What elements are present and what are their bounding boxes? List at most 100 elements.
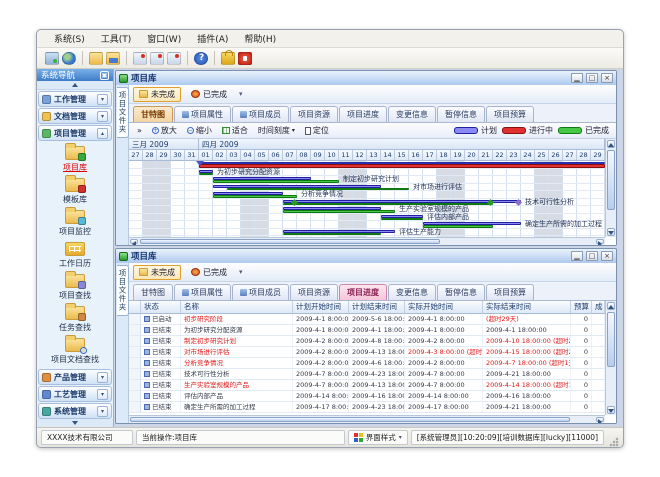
table-row[interactable]: 已结束评估内部产品2009-4-14 8:00:002009-4-16 18:0… — [129, 391, 605, 402]
tool-时间刻度-button[interactable]: 时间刻度▾ — [254, 124, 299, 137]
monitor-icon[interactable] — [45, 52, 59, 65]
sidebar-group-系统管理[interactable]: 系统管理▾ — [38, 403, 112, 419]
sidebar-item-工作日历[interactable]: 工作日历 — [37, 240, 113, 272]
tab-项目资源[interactable]: 项目资源 — [290, 106, 338, 122]
table-row[interactable]: 已结束技术可行性分析2009-4-7 8:00:002009-4-23 18:0… — [129, 369, 605, 380]
gantt-hscrollbar[interactable] — [129, 237, 605, 245]
tab-项目成员[interactable]: 项目成员 — [232, 106, 289, 122]
column-header-实际开始时间[interactable]: 实际开始时间 — [405, 301, 483, 314]
done-bar[interactable] — [381, 218, 423, 221]
close-button[interactable]: × — [601, 73, 613, 83]
filter-已完成-button[interactable]: 已完成 — [185, 87, 233, 102]
tab-变更信息[interactable]: 变更信息 — [388, 106, 436, 122]
tab-项目属性[interactable]: 项目属性 — [174, 106, 231, 122]
maximize-button[interactable]: □ — [586, 251, 598, 261]
tool-适合-button[interactable]: 适合 — [218, 124, 252, 137]
column-header-计划结束时间[interactable]: 计划结束时间 — [349, 301, 405, 314]
chevron-up-icon[interactable]: ▴ — [97, 128, 108, 139]
tab-项目资源[interactable]: 项目资源 — [290, 284, 338, 300]
chevron-down-icon[interactable]: ▾ — [97, 111, 108, 122]
folder-save-icon[interactable] — [106, 52, 120, 65]
sidebar-item-项目查找[interactable]: 项目查找 — [37, 272, 113, 304]
menu-item-工具(T)[interactable]: 工具(T) — [94, 30, 139, 47]
chevron-down-icon[interactable]: ▾ — [239, 90, 243, 98]
tab-暂停信息[interactable]: 暂停信息 — [437, 284, 485, 300]
lock-icon[interactable] — [221, 52, 235, 65]
tab-甘特图[interactable]: 甘特图 — [133, 106, 173, 122]
table-row[interactable]: 已结束对市场进行评估2009-4-2 8:00:002009-4-13 18:0… — [129, 347, 605, 358]
mail2-icon[interactable] — [150, 52, 164, 65]
tab-甘特图[interactable]: 甘特图 — [133, 284, 173, 300]
done-bar[interactable] — [283, 233, 381, 236]
exit-icon[interactable] — [238, 52, 252, 65]
sidebar-group-工艺管理[interactable]: 工艺管理▾ — [38, 386, 112, 402]
tab-项目进度[interactable]: 项目进度 — [339, 284, 387, 300]
tab-项目预算[interactable]: 项目预算 — [486, 106, 534, 122]
minimize-button[interactable]: ▁ — [571, 73, 583, 83]
menu-item-帮助(H)[interactable]: 帮助(H) — [237, 30, 283, 47]
done-bar[interactable] — [199, 173, 213, 176]
help-icon[interactable] — [194, 52, 208, 65]
tab-暂停信息[interactable]: 暂停信息 — [437, 106, 485, 122]
chevron-down-icon[interactable]: ▾ — [97, 372, 108, 383]
sidebar-item-项目监控[interactable]: 项目监控 — [37, 208, 113, 240]
mail-icon[interactable] — [133, 52, 147, 65]
globe-icon[interactable] — [62, 52, 76, 65]
sidebar-group-项目管理[interactable]: 项目管理▴ — [38, 125, 112, 141]
column-header-实际结束时间[interactable]: 实际结束时间 — [483, 301, 571, 314]
mail3-icon[interactable] — [167, 52, 181, 65]
column-header-计划开始时间[interactable]: 计划开始时间 — [293, 301, 349, 314]
folder-icon[interactable] — [89, 52, 103, 65]
minimize-button[interactable]: ▁ — [571, 251, 583, 261]
table-vscrollbar[interactable] — [605, 301, 616, 415]
menu-item-窗口(W)[interactable]: 窗口(W) — [140, 30, 188, 47]
column-header-selector[interactable] — [129, 301, 141, 314]
chevron-down-icon[interactable]: ▾ — [239, 268, 243, 276]
tab-项目进度[interactable]: 项目进度 — [339, 106, 387, 122]
sidebar-group-产品管理[interactable]: 产品管理▾ — [38, 369, 112, 385]
resize-grip[interactable] — [609, 437, 619, 447]
column-header-状态[interactable]: 状态 — [141, 301, 181, 314]
chevron-down-icon[interactable]: ▾ — [97, 94, 108, 105]
done-bar[interactable] — [213, 195, 297, 198]
tab-项目属性[interactable]: 项目属性 — [174, 284, 231, 300]
tool-定位-button[interactable]: 定位 — [301, 124, 333, 137]
gantt-vscrollbar[interactable] — [605, 139, 616, 237]
filter-已完成-button[interactable]: 已完成 — [185, 265, 233, 280]
pin-icon[interactable]: ▣ — [100, 71, 109, 80]
table-row[interactable]: 已结束制定初步研究计划2009-4-2 8:00:002009-4-8 18:0… — [129, 336, 605, 347]
project-folder-vtab[interactable]: 项目文件夹 — [117, 265, 129, 316]
more-tools-button[interactable]: » — [133, 125, 146, 136]
tab-项目成员[interactable]: 项目成员 — [232, 284, 289, 300]
project-folder-vtab[interactable]: 项目文件夹 — [117, 87, 129, 138]
tool-缩小-button[interactable]: −缩小 — [183, 124, 216, 137]
table-row[interactable]: 已结束为初步研究分配资源2009-4-1 8:00:002009-4-1 18:… — [129, 325, 605, 336]
table-row[interactable]: 已结束生产实验室规模的产品2009-4-7 8:00:002009-4-13 1… — [129, 380, 605, 391]
table-hscrollbar[interactable] — [129, 415, 605, 423]
tab-变更信息[interactable]: 变更信息 — [388, 284, 436, 300]
gantt-window-titlebar[interactable]: 项目库 ▁ □ × — [116, 71, 616, 85]
filter-未完成-button[interactable]: 未完成 — [133, 87, 181, 102]
table-window-titlebar[interactable]: 项目库 ▁ □ × — [116, 249, 616, 263]
column-header-成[interactable]: 成 — [592, 301, 605, 314]
table-row[interactable]: 已结束分析竞争情况2009-4-2 8:00:002009-4-6 18:00:… — [129, 358, 605, 369]
close-button[interactable]: × — [601, 251, 613, 261]
tab-项目预算[interactable]: 项目预算 — [486, 284, 534, 300]
done-bar[interactable] — [283, 210, 395, 213]
column-header-名称[interactable]: 名称 — [181, 301, 293, 314]
sidebar-group-工作管理[interactable]: 工作管理▾ — [38, 91, 112, 107]
table-row[interactable]: 已启动初步研究阶段2009-4-1 8:00:002009-5-6 18:00:… — [129, 314, 605, 325]
maximize-button[interactable]: □ — [586, 73, 598, 83]
done-bar[interactable] — [213, 180, 339, 183]
interface-style-button[interactable]: 界面样式 ▾ — [348, 430, 408, 445]
chevron-down-icon[interactable]: ▾ — [97, 406, 108, 417]
sidebar-item-项目库[interactable]: 项目库 — [37, 144, 113, 176]
tool-放大-button[interactable]: +放大 — [148, 124, 181, 137]
sidebar-item-任务查找[interactable]: 任务查找 — [37, 304, 113, 336]
filter-未完成-button[interactable]: 未完成 — [133, 265, 181, 280]
sidebar-item-模板库[interactable]: 模板库 — [37, 176, 113, 208]
menu-item-系统(S)[interactable]: 系统(S) — [47, 30, 92, 47]
sidebar-item-项目文档查找[interactable]: 项目文档查找 — [37, 336, 113, 368]
menu-item-插件(A)[interactable]: 插件(A) — [190, 30, 235, 47]
table-row[interactable]: 已结束确定生产所需的加工过程2009-4-17 8:00:002009-4-23… — [129, 402, 605, 413]
